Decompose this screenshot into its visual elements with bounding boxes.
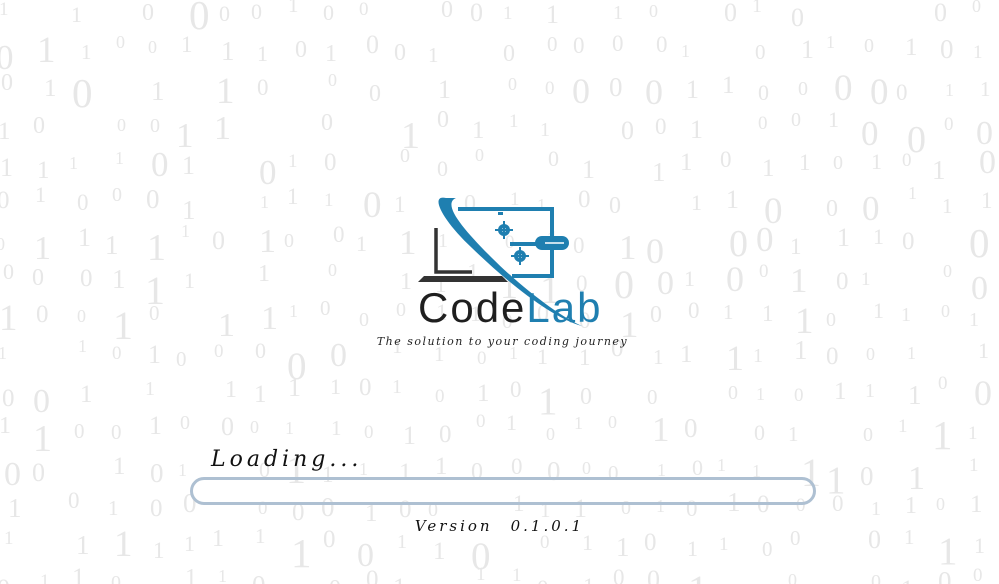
logo-wordmark: CodeLab (418, 287, 602, 329)
version-label: Version (414, 517, 493, 535)
loading-label: Loading... (211, 447, 363, 472)
version-number: 0.1.0.1 (510, 517, 585, 535)
tagline: The solution to your coding journey (376, 335, 629, 348)
version-info: Version 0.1.0.1 (0, 517, 999, 535)
logo-word-lab: Lab (526, 284, 603, 331)
progress-bar (190, 477, 816, 505)
logo-word-code: Code (418, 284, 527, 331)
